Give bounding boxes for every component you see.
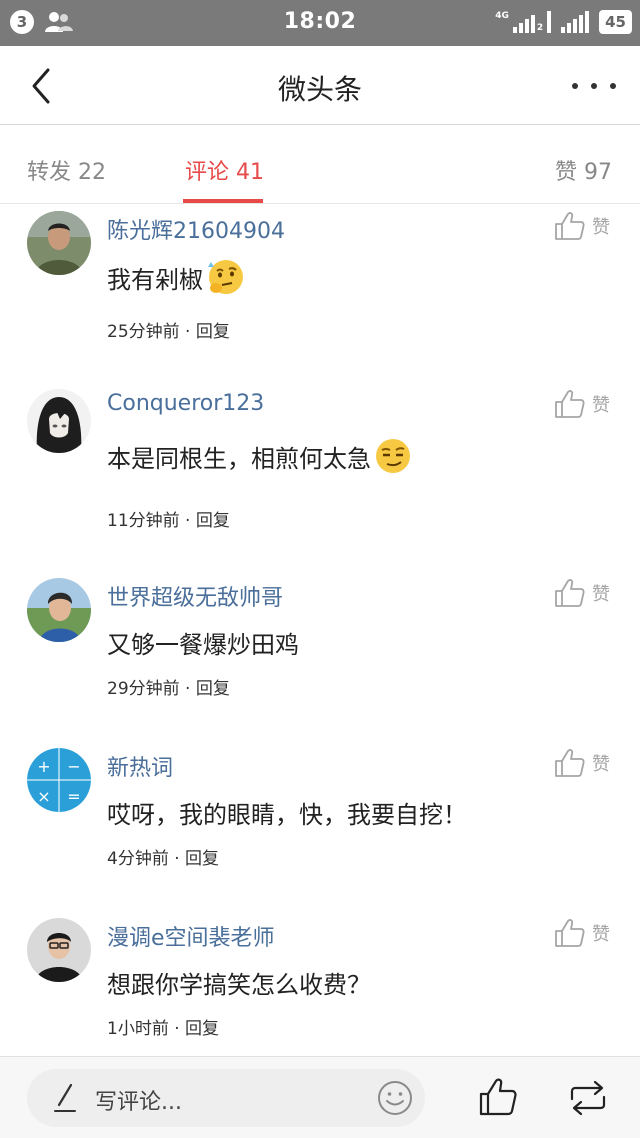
avatar[interactable]: + − × = xyxy=(27,748,91,812)
avatar[interactable] xyxy=(27,578,91,642)
comment-text: 又够一餐爆炒田鸡 xyxy=(107,625,299,660)
comment-time: 4分钟前 xyxy=(107,849,169,869)
tab-likes[interactable]: 赞 97 xyxy=(555,154,612,186)
avatar-anime-icon xyxy=(27,389,91,453)
avatar[interactable] xyxy=(27,918,91,982)
like-label: 赞 xyxy=(592,217,610,238)
comment-text: 哎呀，我的眼睛，快，我要自挖！ xyxy=(107,795,467,830)
avatar-photo-icon xyxy=(27,578,91,642)
meta-separator: · xyxy=(179,322,196,342)
nav-bar: 微头条 xyxy=(0,46,640,125)
status-bar: 3 18:02 4G 2 45 xyxy=(0,0,640,46)
battery-indicator: 45 xyxy=(599,10,632,34)
avatar[interactable] xyxy=(27,211,91,275)
thumbs-up-icon xyxy=(555,919,585,947)
comment-input-placeholder: 写评论... xyxy=(95,1090,182,1115)
more-dot-icon xyxy=(572,83,578,89)
comment-time: 29分钟前 xyxy=(107,679,180,699)
avatar-photo-icon xyxy=(27,211,91,275)
comment-meta: 25分钟前 · 回复 xyxy=(107,317,230,342)
thumbs-up-icon xyxy=(555,579,585,607)
comment-text: 想跟你学搞笑怎么收费？ xyxy=(107,965,371,1000)
more-options-button[interactable] xyxy=(572,68,616,104)
sim-slot-label: 2 xyxy=(536,23,544,33)
like-label: 赞 xyxy=(592,754,610,775)
thinking-face-emoji-icon xyxy=(208,260,243,294)
comment-body: 哎呀，我的眼睛，快，我要自挖！ xyxy=(107,801,467,829)
like-post-button[interactable] xyxy=(478,1077,518,1117)
meta-separator: · xyxy=(168,849,186,869)
pencil-icon xyxy=(54,1083,76,1112)
status-right: 4G 2 45 xyxy=(495,10,632,34)
comment-input[interactable]: 写评论... xyxy=(27,1069,425,1127)
comment-username[interactable]: 新热词 xyxy=(107,750,173,782)
page-title: 微头条 xyxy=(277,73,362,106)
comment-body: 本是同根生，相煎何太急 xyxy=(107,444,371,473)
like-button[interactable]: 赞 xyxy=(554,578,610,608)
thumbs-up-icon xyxy=(555,749,585,777)
more-dot-icon xyxy=(591,83,597,89)
meta-separator: · xyxy=(168,1019,186,1039)
comment-time: 25分钟前 xyxy=(107,322,180,342)
comment-username[interactable]: 世界超级无敌帅哥 xyxy=(107,580,283,612)
reply-button[interactable]: 回复 xyxy=(196,511,230,531)
like-label: 赞 xyxy=(592,924,610,945)
comment-username[interactable]: Conqueror123 xyxy=(107,391,264,416)
meta-separator: · xyxy=(179,511,196,531)
comment-time: 11分钟前 xyxy=(107,511,180,531)
like-button[interactable]: 赞 xyxy=(554,389,610,419)
active-tab-indicator xyxy=(183,199,263,203)
plus-symbol: + xyxy=(37,757,50,776)
calculator-avatar-icon: + − × = xyxy=(27,748,91,812)
reply-button[interactable]: 回复 xyxy=(196,679,230,699)
tab-comments[interactable]: 评论 41 xyxy=(185,154,264,186)
reply-button[interactable]: 回复 xyxy=(185,849,219,869)
thumbs-up-icon xyxy=(555,390,585,418)
comment-username[interactable]: 陈光辉21604904 xyxy=(107,213,285,245)
comment-meta: 11分钟前 · 回复 xyxy=(107,506,230,531)
minus-symbol: − xyxy=(67,757,80,776)
like-button[interactable]: 赞 xyxy=(554,748,610,778)
comment-time: 1小时前 xyxy=(107,1019,169,1039)
comment-list[interactable]: 陈光辉21604904 我有剁椒 25分钟前 · 回复 赞 Conqueror1… xyxy=(0,205,640,1055)
times-symbol: × xyxy=(37,787,50,806)
comment-username[interactable]: 漫调e空间裴老师 xyxy=(107,920,275,952)
more-dot-icon xyxy=(610,83,616,89)
emoji-picker-icon[interactable] xyxy=(377,1080,413,1116)
comment-body: 想跟你学搞笑怎么收费？ xyxy=(107,971,371,999)
like-button[interactable]: 赞 xyxy=(554,918,610,948)
smirk-face-emoji-icon xyxy=(376,439,410,473)
avatar-photo-icon xyxy=(27,918,91,982)
comment-text: 我有剁椒 xyxy=(107,257,245,297)
network-label: 4G xyxy=(495,11,509,21)
equals-symbol: = xyxy=(67,787,80,806)
signal-icon xyxy=(561,11,590,33)
reply-button[interactable]: 回复 xyxy=(185,1019,219,1039)
repost-button[interactable] xyxy=(568,1079,608,1117)
comment-meta: 29分钟前 · 回复 xyxy=(107,674,230,699)
like-label: 赞 xyxy=(592,584,610,605)
comment-body: 又够一餐爆炒田鸡 xyxy=(107,631,299,659)
comment-text: 本是同根生，相煎何太急 xyxy=(107,436,413,476)
meta-separator: · xyxy=(179,679,196,699)
bottom-bar: 写评论... xyxy=(0,1056,640,1138)
like-button[interactable]: 赞 xyxy=(554,211,610,241)
thumbs-up-icon xyxy=(555,212,585,240)
tab-repost[interactable]: 转发 22 xyxy=(27,154,106,186)
comment-body: 我有剁椒 xyxy=(107,265,203,294)
comment-meta: 4分钟前 · 回复 xyxy=(107,844,219,869)
tab-bar: 转发 22 评论 41 赞 97 xyxy=(0,126,640,204)
reply-button[interactable]: 回复 xyxy=(196,322,230,342)
avatar[interactable] xyxy=(27,389,91,453)
comment-meta: 1小时前 · 回复 xyxy=(107,1014,219,1039)
signal-4g-icon: 4G 2 xyxy=(495,11,552,33)
like-label: 赞 xyxy=(592,395,610,416)
